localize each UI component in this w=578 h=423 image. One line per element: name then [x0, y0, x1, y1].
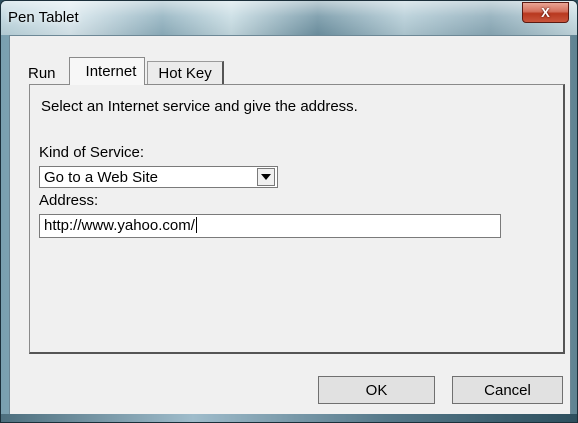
dropdown-arrow-icon[interactable]	[257, 168, 275, 186]
dialog-window: Pen Tablet X Run Internet Hot Key Select…	[0, 0, 578, 423]
close-button[interactable]: X	[522, 2, 569, 23]
title-bar[interactable]: Pen Tablet X	[1, 1, 577, 35]
window-title: Pen Tablet	[8, 9, 79, 26]
kind-of-service-value: Go to a Web Site	[44, 169, 158, 186]
internet-tab-panel: Select an Internet service and give the …	[29, 84, 565, 354]
tab-run[interactable]: Run	[26, 61, 66, 85]
instruction-text: Select an Internet service and give the …	[41, 98, 358, 115]
window-bottom-border	[1, 414, 577, 422]
tab-hot-key[interactable]: Hot Key	[147, 61, 224, 85]
cancel-button[interactable]: Cancel	[452, 376, 563, 404]
tab-internet[interactable]: Internet	[68, 57, 146, 85]
tab-strip: Run Internet Hot Key	[26, 57, 224, 85]
kind-of-service-label: Kind of Service:	[39, 144, 145, 161]
address-input[interactable]: http://www.yahoo.com/	[39, 214, 501, 238]
ok-button[interactable]: OK	[318, 376, 435, 404]
dialog-client-area: Run Internet Hot Key Select an Internet …	[9, 35, 571, 416]
close-icon: X	[541, 5, 550, 20]
text-caret	[195, 217, 197, 233]
address-input-value: http://www.yahoo.com/	[44, 217, 195, 234]
kind-of-service-select[interactable]: Go to a Web Site	[39, 166, 278, 188]
address-label: Address:	[39, 192, 99, 209]
